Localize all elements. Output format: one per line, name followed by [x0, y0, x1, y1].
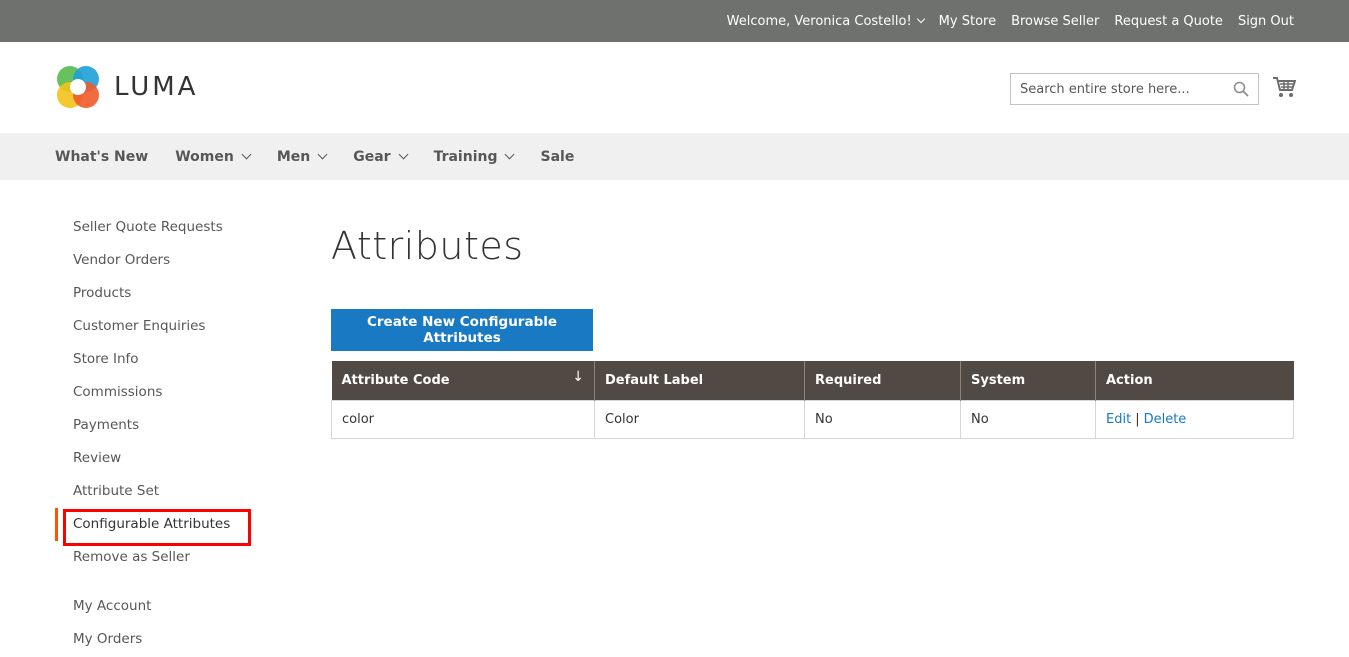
sidebar-item-customer-enquiries[interactable]: Customer Enquiries [55, 310, 285, 343]
luma-logo-icon [57, 66, 99, 108]
nav-item-gear[interactable]: Gear [353, 148, 409, 165]
account-sidebar: Seller Quote Requests Vendor Orders Prod… [55, 211, 285, 656]
logo-text: LUMA [114, 72, 199, 102]
nav-item-men[interactable]: Men [276, 148, 328, 165]
chevron-down-icon [317, 149, 328, 160]
column-header-required[interactable]: Required [804, 361, 961, 400]
chevron-down-icon [916, 14, 925, 23]
search-icon[interactable] [1233, 81, 1249, 97]
cart-icon[interactable] [1272, 76, 1296, 98]
cell-attribute-code: color [331, 399, 595, 439]
top-bar: Welcome, Veronica Costello! My Store Bro… [0, 0, 1349, 42]
table-row: color Color No No Edit | Delete [331, 399, 1294, 439]
sidebar-item-store-info[interactable]: Store Info [55, 343, 285, 376]
nav-item-whats-new[interactable]: What's New [55, 149, 148, 165]
cell-required: No [804, 399, 961, 439]
attributes-table: Attribute Code ↓ Default Label Required S… [331, 361, 1294, 439]
browse-seller-link[interactable]: Browse Seller [1011, 14, 1099, 29]
main-nav: What's New Women Men Gear Training Sale [0, 133, 1349, 180]
sidebar-item-commissions[interactable]: Commissions [55, 376, 285, 409]
store-logo[interactable]: LUMA [55, 64, 198, 110]
search-box [1010, 73, 1259, 105]
cell-system: No [960, 399, 1096, 439]
sidebar-separator [55, 574, 285, 590]
column-header-action: Action [1095, 361, 1294, 400]
nav-label: Sale [540, 148, 575, 165]
nav-label: Women [175, 148, 234, 165]
nav-label: Gear [353, 148, 391, 165]
action-separator: | [1135, 411, 1140, 427]
nav-label: Men [276, 148, 311, 165]
top-links: Welcome, Veronica Costello! My Store Bro… [727, 0, 1294, 42]
sidebar-item-payments[interactable]: Payments [55, 409, 285, 442]
nav-label: What's New [55, 148, 149, 165]
search-input[interactable] [1011, 74, 1226, 104]
sidebar-item-configurable-attributes[interactable]: Configurable Attributes [55, 508, 285, 541]
request-quote-link[interactable]: Request a Quote [1114, 14, 1223, 29]
cell-default-label: Color [594, 399, 805, 439]
sidebar-item-review[interactable]: Review [55, 442, 285, 475]
sidebar-item-remove-as-seller[interactable]: Remove as Seller [55, 541, 285, 574]
sidebar-item-attribute-set[interactable]: Attribute Set [55, 475, 285, 508]
sign-out-link[interactable]: Sign Out [1238, 14, 1294, 29]
column-label: Attribute Code [341, 372, 450, 388]
sidebar-item-seller-quote-requests[interactable]: Seller Quote Requests [55, 211, 285, 244]
page-title: Attributes [331, 224, 524, 268]
nav-item-women[interactable]: Women [175, 148, 252, 165]
nav-item-sale[interactable]: Sale [540, 149, 574, 165]
column-header-system[interactable]: System [960, 361, 1096, 400]
delete-link[interactable]: Delete [1144, 412, 1187, 427]
sidebar-item-vendor-orders[interactable]: Vendor Orders [55, 244, 285, 277]
sidebar-item-my-account[interactable]: My Account [55, 590, 285, 623]
welcome-text: Welcome, Veronica Costello! [726, 13, 912, 29]
welcome-menu[interactable]: Welcome, Veronica Costello! [726, 13, 925, 29]
my-store-link[interactable]: My Store [939, 14, 996, 29]
table-header-row: Attribute Code ↓ Default Label Required S… [331, 361, 1294, 400]
column-header-default-label[interactable]: Default Label [594, 361, 805, 400]
sort-arrow-icon: ↓ [572, 369, 584, 385]
edit-link[interactable]: Edit [1106, 412, 1131, 427]
create-attribute-button[interactable]: Create New Configurable Attributes [331, 309, 593, 351]
sidebar-item-my-orders[interactable]: My Orders [55, 623, 285, 656]
chevron-down-icon [505, 149, 515, 160]
cell-action: Edit | Delete [1095, 399, 1294, 439]
nav-item-training[interactable]: Training [433, 148, 515, 165]
chevron-down-icon [398, 149, 409, 160]
column-header-attribute-code[interactable]: Attribute Code ↓ [331, 361, 595, 400]
nav-label: Training [433, 148, 498, 165]
sidebar-item-products[interactable]: Products [55, 277, 285, 310]
chevron-down-icon [241, 149, 252, 160]
